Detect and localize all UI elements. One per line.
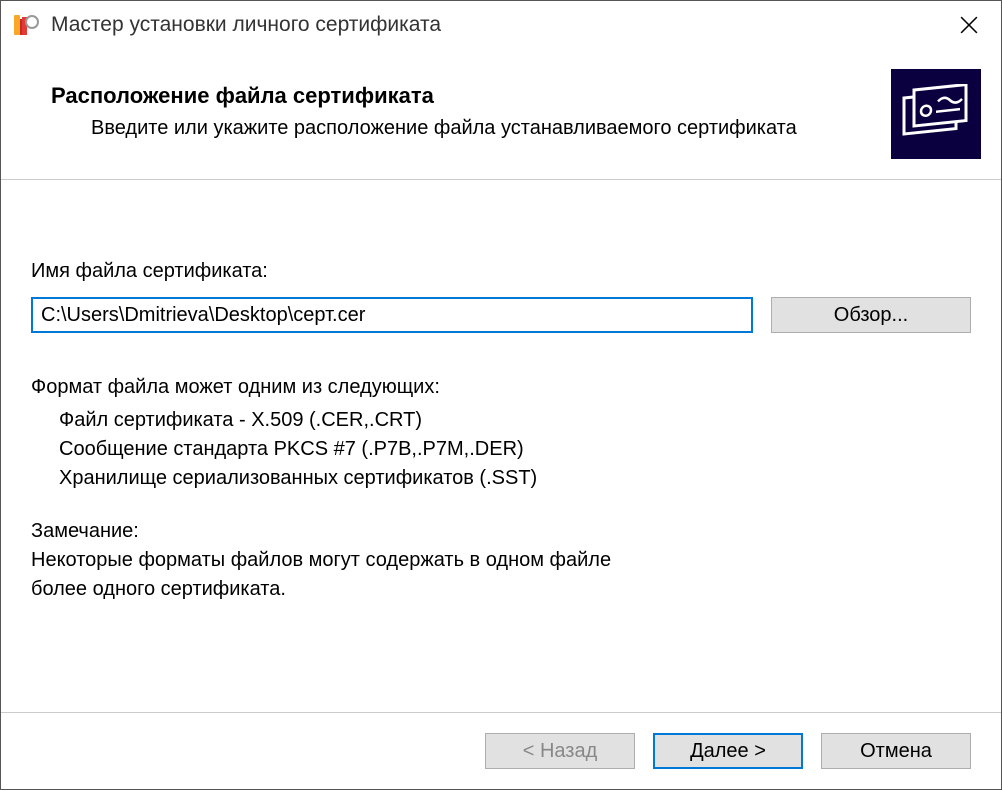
wizard-footer: < Назад Далее > Отмена: [1, 712, 1001, 789]
wizard-header: Расположение файла сертификата Введите и…: [1, 49, 1001, 180]
note-section: Замечание: Некоторые форматы файлов могу…: [31, 517, 971, 604]
wizard-window: Мастер установки личного сертификата Рас…: [0, 0, 1002, 790]
wizard-content: Имя файла сертификата: Обзор... Формат ф…: [1, 180, 1001, 712]
window-title: Мастер установки личного сертификата: [51, 13, 945, 37]
page-subtitle: Введите или укажите расположение файла у…: [51, 117, 871, 140]
cancel-button[interactable]: Отмена: [821, 733, 971, 769]
close-icon: [960, 16, 978, 34]
header-text: Расположение файла сертификата Введите и…: [51, 69, 871, 140]
app-icon: [13, 12, 39, 38]
browse-button[interactable]: Обзор...: [771, 297, 971, 333]
file-path-input[interactable]: [31, 297, 753, 333]
page-title: Расположение файла сертификата: [51, 83, 871, 109]
format-item: Сообщение стандарта PKCS #7 (.P7B,.P7M,.…: [59, 435, 971, 464]
format-title: Формат файла может одним из следующих:: [31, 373, 971, 402]
file-path-label: Имя файла сертификата:: [31, 260, 971, 283]
next-button[interactable]: Далее >: [653, 733, 803, 769]
format-list: Файл сертификата - X.509 (.CER,.CRT) Соо…: [31, 406, 971, 493]
titlebar: Мастер установки личного сертификата: [1, 1, 1001, 49]
format-section: Формат файла может одним из следующих: Ф…: [31, 373, 971, 517]
input-row: Обзор...: [31, 297, 971, 333]
format-item: Хранилище сериализованных сертификатов (…: [59, 464, 971, 493]
note-title: Замечание:: [31, 517, 971, 546]
close-button[interactable]: [945, 1, 993, 49]
note-line: Некоторые форматы файлов могут содержать…: [31, 546, 971, 575]
note-line: более одного сертификата.: [31, 575, 971, 604]
back-button[interactable]: < Назад: [485, 733, 635, 769]
format-item: Файл сертификата - X.509 (.CER,.CRT): [59, 406, 971, 435]
certificate-icon: [891, 69, 981, 159]
